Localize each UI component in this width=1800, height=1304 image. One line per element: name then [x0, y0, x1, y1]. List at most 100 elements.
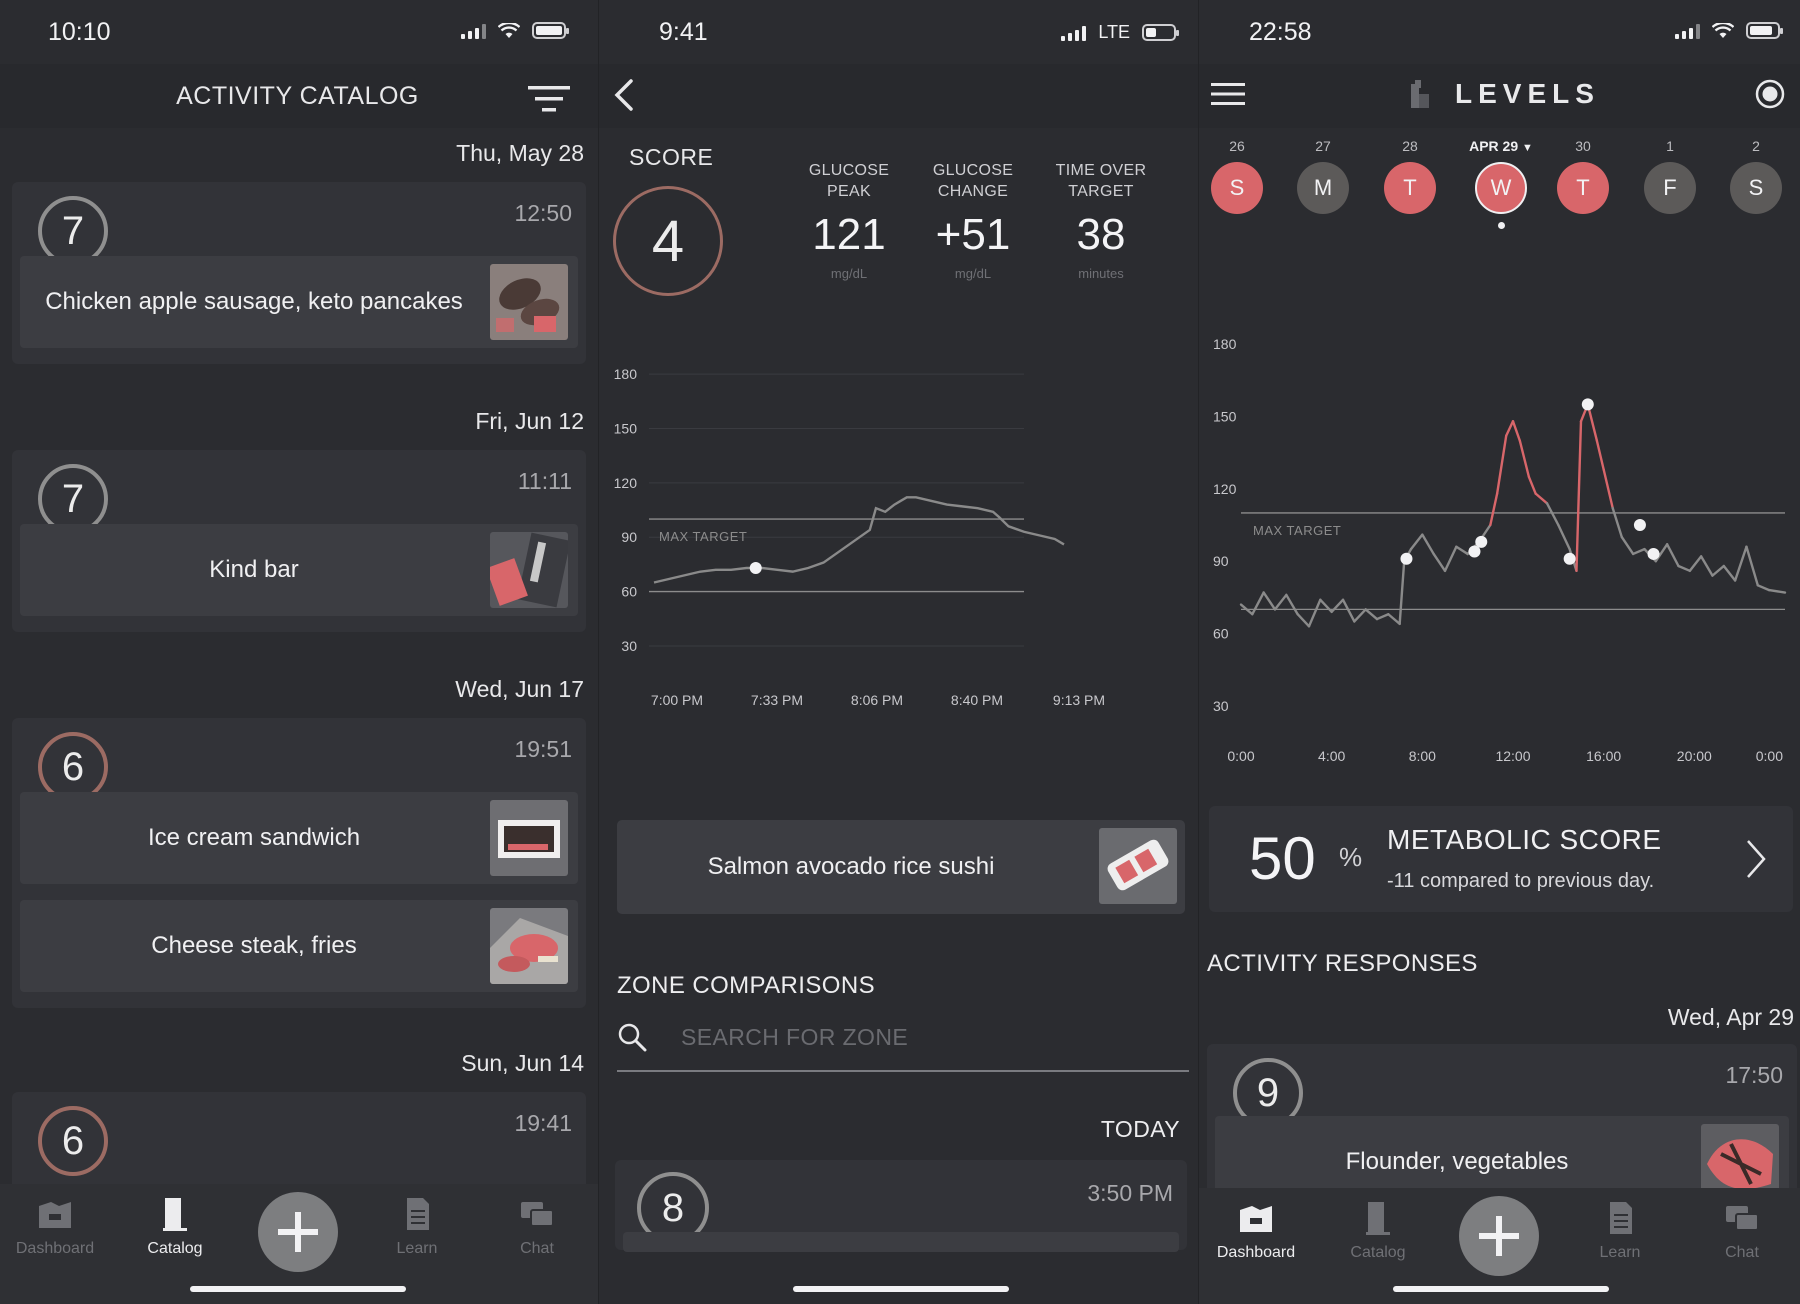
glucose-line-segment: [1387, 613, 1401, 626]
day-item-selected[interactable]: APR 29 ▼ W: [1451, 134, 1551, 229]
glucose-line-segment: [1665, 543, 1680, 568]
y-tick-label: 90: [1213, 553, 1229, 569]
day-item[interactable]: 2 S: [1729, 134, 1783, 214]
search-icon: [618, 1023, 647, 1052]
wifi-icon: [498, 22, 520, 38]
brand-name: LEVELS: [1455, 78, 1600, 109]
tab-bar: Dashboard Catalog Learn Chat: [0, 1184, 598, 1304]
food-photo: [1099, 828, 1177, 904]
today-label: TODAY: [1100, 1116, 1180, 1142]
activity-card[interactable]: 7 11:11 Kind bar: [12, 450, 586, 632]
food-name: Kind bar: [209, 556, 299, 583]
x-tick-label: 7:00 PM: [651, 692, 703, 708]
tab-label: Chat: [1725, 1244, 1759, 1261]
activity-marker: [1563, 552, 1576, 565]
status-bar: 10:10: [0, 0, 598, 64]
add-button[interactable]: [258, 1192, 338, 1272]
search-input[interactable]: [681, 1024, 1161, 1051]
activity-marker: [1400, 552, 1413, 565]
learn-icon: [407, 1198, 429, 1230]
glucose-line-segment: [1595, 439, 1605, 471]
plus-icon: [1479, 1216, 1519, 1256]
activity-time: 17:50: [1725, 1062, 1783, 1088]
activity-responses-title: ACTIVITY RESPONSES: [1207, 950, 1478, 977]
metabolic-score-card[interactable]: 50 % METABOLIC SCORE -11 compared to pre…: [1209, 806, 1793, 912]
metabolic-score-subtitle: -11 compared to previous day.: [1387, 870, 1655, 892]
signal-icon: [1061, 25, 1087, 41]
food-row[interactable]: Kind bar: [20, 524, 578, 616]
x-tick-label: 0:00: [1227, 748, 1254, 764]
activity-time: 19:51: [514, 736, 572, 762]
dropdown-caret-icon: ▼: [1522, 142, 1533, 154]
menu-icon[interactable]: [1211, 82, 1245, 106]
day-item[interactable]: 30 T: [1556, 134, 1610, 214]
status-bar: 9:41 LTE: [599, 0, 1198, 64]
nav-header: [599, 64, 1198, 128]
glucose-line-segment: [1767, 588, 1787, 594]
glucose-line-segment: [1677, 564, 1691, 573]
date-header: Wed, Apr 29: [1667, 1004, 1794, 1030]
glucose-line-segment: [1575, 420, 1583, 573]
food-row[interactable]: Cheese steak, fries: [20, 900, 578, 992]
food-row[interactable]: Salmon avocado rice sushi: [617, 820, 1185, 914]
activity-time: 11:11: [517, 468, 572, 494]
plus-icon: [278, 1212, 318, 1252]
tab-learn[interactable]: Learn: [1565, 1200, 1675, 1262]
zone-search[interactable]: [617, 1010, 1189, 1072]
glucose-line-segment: [1620, 535, 1635, 556]
activity-marker: [1468, 545, 1481, 558]
day-item[interactable]: 28 T: [1383, 134, 1437, 214]
glucose-line-segment: [1364, 608, 1379, 621]
glucose-line-segment: [1545, 502, 1560, 527]
day-item[interactable]: 1 F: [1643, 134, 1697, 214]
activity-card[interactable]: 7 12:50 Chicken apple sausage, keto panc…: [12, 182, 586, 364]
stat-unit: mg/dL: [830, 266, 868, 281]
metabolic-score-title: METABOLIC SCORE: [1387, 824, 1662, 855]
dashboard-screen: 22:58 LEVELS 26 S 27 M 28 T APR 29 ▼ W 3…: [1198, 0, 1800, 1304]
glucose-line-segment: [1711, 564, 1725, 577]
tab-dashboard[interactable]: Dashboard: [1201, 1200, 1311, 1262]
glucose-line-segment: [1296, 613, 1311, 628]
y-tick-label: 30: [1213, 698, 1229, 714]
food-row[interactable]: Ice cream sandwich: [20, 792, 578, 884]
tab-chat[interactable]: Chat: [1687, 1200, 1797, 1262]
meal-detail-screen: 9:41 LTE SCORE 4 GLUCOSE PEAK 121 mg/dL …: [598, 0, 1198, 1304]
x-tick-label: 0:00: [1756, 748, 1783, 764]
tab-dashboard[interactable]: Dashboard: [0, 1196, 110, 1258]
day-item[interactable]: 26 S: [1210, 134, 1264, 214]
glucose-line-segment: [1722, 564, 1737, 582]
tab-catalog[interactable]: Catalog: [120, 1196, 230, 1258]
glucose-line-segment: [1631, 547, 1646, 556]
tab-catalog[interactable]: Catalog: [1323, 1200, 1433, 1262]
daily-glucose-chart: 180 150 120 90 60 30 MAX TARGET 0:00 4:00 8:00 12:…: [1213, 336, 1787, 764]
tab-label: Dashboard: [15, 1240, 95, 1257]
add-button[interactable]: [1459, 1196, 1539, 1276]
day-number: 28: [1402, 138, 1418, 154]
date-header: Wed, Jun 17: [455, 676, 584, 702]
date-header: Fri, Jun 12: [475, 408, 584, 434]
day-number: 26: [1229, 138, 1245, 154]
food-row: [623, 1232, 1179, 1252]
y-tick-label: 180: [614, 366, 638, 382]
activity-card[interactable]: 6 19:51 Ice cream sandwich Cheese steak,…: [12, 718, 586, 1008]
x-tick-label: 9:13 PM: [1053, 692, 1105, 708]
activity-card[interactable]: 9 17:50 Flounder, vegetables: [1207, 1044, 1797, 1208]
zone-card[interactable]: 8 3:50 PM: [615, 1160, 1187, 1252]
day-item[interactable]: 27 M: [1296, 134, 1350, 214]
target-icon[interactable]: [1754, 78, 1786, 110]
status-time: 22:58: [1249, 18, 1312, 46]
glucose-line-segment: [1443, 545, 1458, 573]
food-row[interactable]: Chicken apple sausage, keto pancakes: [20, 256, 578, 348]
chat-icon: [1726, 1206, 1759, 1231]
filter-icon[interactable]: [528, 84, 570, 114]
glucose-line-segment: [1421, 533, 1435, 556]
food-name: Chicken apple sausage, keto pancakes: [45, 288, 463, 315]
day-circle: M: [1297, 162, 1349, 214]
food-name: Ice cream sandwich: [147, 824, 361, 851]
tab-chat[interactable]: Chat: [482, 1196, 592, 1258]
tab-bar: Dashboard Catalog Learn Chat: [1199, 1188, 1800, 1304]
tab-learn[interactable]: Learn: [362, 1196, 472, 1258]
battery-icon: [1746, 22, 1783, 39]
back-chevron-icon[interactable]: [611, 78, 635, 112]
glucose-line-segment: [1733, 545, 1748, 582]
